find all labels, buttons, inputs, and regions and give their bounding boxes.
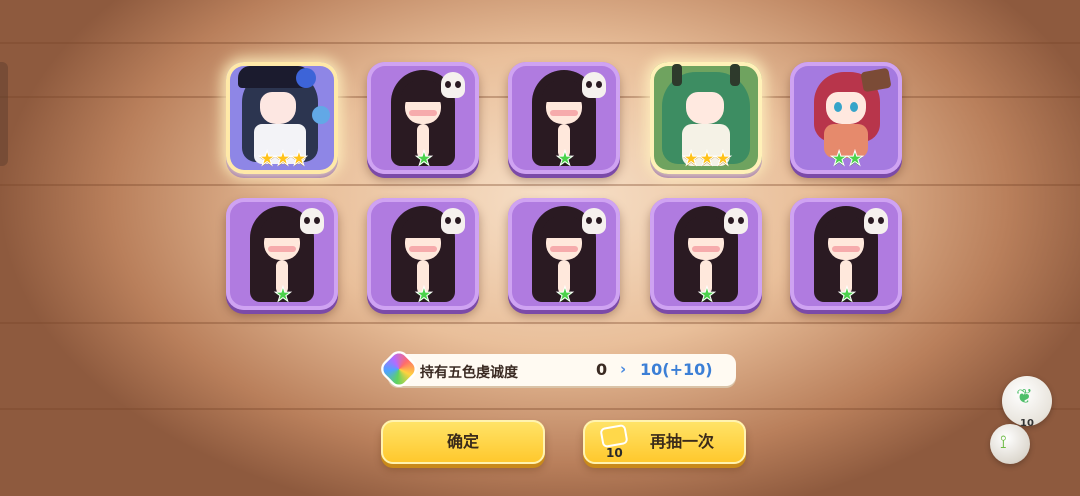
secondary-bubble[interactable]: [990, 424, 1030, 464]
node-icon: ⟟: [1000, 432, 1007, 453]
rarity-stars: ★: [838, 282, 857, 306]
result-card-3[interactable]: ★: [508, 62, 620, 174]
bird-icon: [312, 106, 330, 124]
gacha-results-grid: ★★★ ★ ★ ★★★ ★★ ★ ★ ★ ★ ★: [222, 58, 922, 314]
blue-rose-icon: [296, 68, 316, 88]
character-bangs: [260, 216, 304, 238]
rarity-stars: ★: [274, 282, 293, 306]
skull-icon: [864, 208, 888, 234]
character-face: [260, 92, 296, 124]
character-face: [826, 92, 866, 124]
chevron-right-icon: ›: [620, 360, 627, 378]
character-blush: [409, 110, 437, 116]
character-bangs: [824, 216, 868, 238]
devotion-from-value: 0: [596, 360, 608, 379]
result-card-gold-2[interactable]: ★★★: [650, 62, 762, 174]
rarity-stars: ★★★: [258, 146, 309, 170]
draw-again-label: 再抽一次: [650, 432, 715, 451]
rarity-stars: ★★★: [682, 146, 733, 170]
character-eye: [850, 102, 858, 112]
side-tab-handle[interactable]: [0, 62, 8, 166]
character-bangs: [542, 80, 586, 102]
wood-plank-line: [0, 322, 1080, 324]
result-card-9[interactable]: ★: [650, 198, 762, 310]
rarity-stars: ★: [698, 282, 717, 306]
skull-icon: [582, 208, 606, 234]
character-bangs: [542, 216, 586, 238]
result-card-7[interactable]: ★: [367, 198, 479, 310]
skull-icon: [300, 208, 324, 234]
devotion-to-value: 10(+10): [640, 360, 713, 379]
result-card-10[interactable]: ★: [790, 198, 902, 310]
rarity-stars: ★: [415, 146, 434, 170]
result-card-2[interactable]: ★: [367, 62, 479, 174]
skull-icon: [724, 208, 748, 234]
skull-icon: [582, 72, 606, 98]
skull-icon: [441, 208, 465, 234]
character-face: [686, 92, 724, 124]
character-blush: [268, 246, 296, 252]
book-icon: [860, 67, 892, 93]
rarity-stars: ★★: [830, 146, 865, 170]
character-eye: [834, 102, 842, 112]
confirm-button[interactable]: 确定: [381, 420, 545, 464]
wood-plank-line: [0, 42, 1080, 44]
leaf-icon: ❦: [1016, 384, 1033, 408]
devotion-label: 持有五色虔诚度: [420, 365, 518, 381]
ticket-count: 10: [606, 446, 623, 460]
rarity-stars: ★: [556, 282, 575, 306]
result-card-6[interactable]: ★: [226, 198, 338, 310]
result-card-8[interactable]: ★: [508, 198, 620, 310]
horn-icon: [730, 64, 740, 86]
character-blush: [692, 246, 720, 252]
character-blush: [409, 246, 437, 252]
character-bangs: [401, 216, 445, 238]
character-bangs: [401, 80, 445, 102]
result-card-gold-1[interactable]: ★★★: [226, 62, 338, 174]
character-blush: [550, 246, 578, 252]
rarity-stars: ★: [415, 282, 434, 306]
result-card-5[interactable]: ★★: [790, 62, 902, 174]
character-blush: [832, 246, 860, 252]
horn-icon: [672, 64, 682, 86]
rarity-stars: ★: [556, 146, 575, 170]
character-blush: [550, 110, 578, 116]
character-bangs: [684, 216, 728, 238]
wood-plank-line: [0, 408, 1080, 410]
skull-icon: [441, 72, 465, 98]
